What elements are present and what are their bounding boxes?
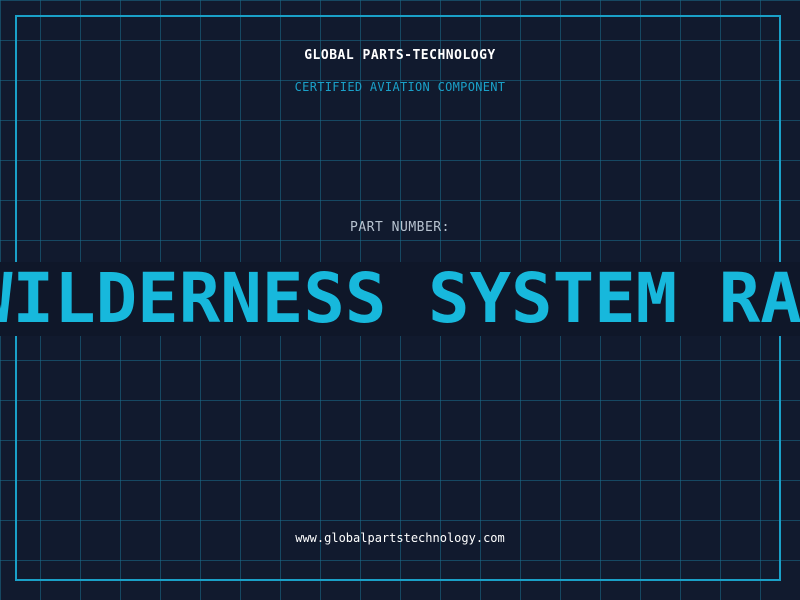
- certification-text: CERTIFIED AVIATION COMPONENT: [294, 80, 506, 94]
- brand-name: GLOBAL PARTS-TECHNOLOGY: [304, 48, 496, 63]
- part-number-value: WILDERNESS SYSTEM RADAR: [0, 262, 800, 336]
- label-canvas: GLOBAL PARTS-TECHNOLOGY CERTIFIED AVIATI…: [0, 0, 800, 600]
- part-number-band: WILDERNESS SYSTEM RADAR: [0, 262, 800, 336]
- website-url: www.globalpartstechnology.com: [295, 531, 505, 545]
- part-number-label: PART NUMBER:: [350, 220, 450, 235]
